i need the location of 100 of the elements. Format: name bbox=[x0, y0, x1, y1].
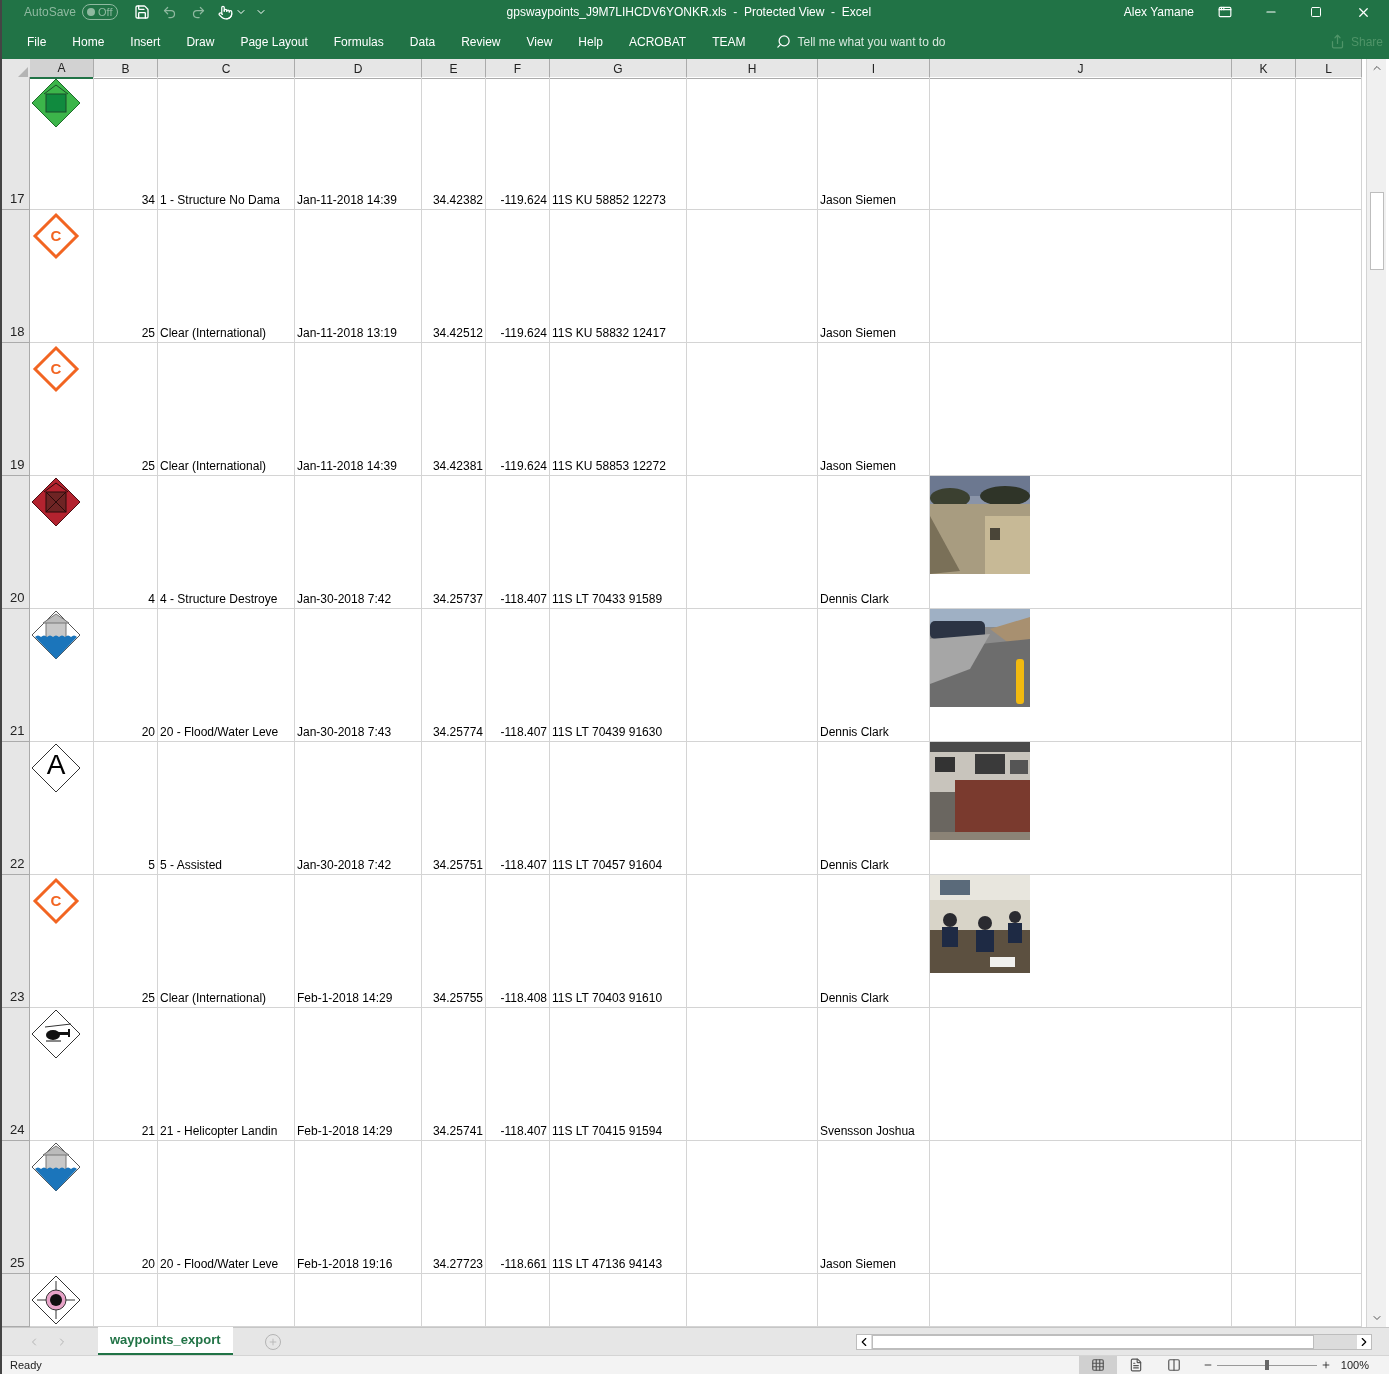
ribbon-tab[interactable]: File bbox=[14, 27, 60, 56]
horizontal-scrollbar[interactable] bbox=[855, 1333, 1372, 1350]
ribbon-tab[interactable]: TEAM bbox=[699, 27, 759, 56]
row-header[interactable]: 17 bbox=[2, 77, 30, 210]
table-cell: -118.661 bbox=[500, 1257, 547, 1272]
ribbon-tab[interactable]: Page Layout bbox=[227, 27, 321, 56]
table-cell: -118.407 bbox=[500, 592, 547, 607]
table-cell: -118.407 bbox=[500, 1124, 547, 1139]
ribbon-tab[interactable]: ACROBAT bbox=[616, 27, 700, 56]
table-cell: 1 - Structure No Dama bbox=[160, 193, 281, 208]
table-cell: 4 - Structure Destroye bbox=[160, 592, 278, 607]
row-header[interactable]: 23 bbox=[2, 875, 30, 1008]
row-header[interactable]: 22 bbox=[2, 742, 30, 875]
table-cell: 34.27723 bbox=[432, 1257, 483, 1272]
table-cell: -118.407 bbox=[500, 725, 547, 740]
table-cell: Dennis Clark bbox=[820, 991, 889, 1006]
undo-icon[interactable] bbox=[161, 4, 177, 20]
table-cell: 34.25741 bbox=[432, 1124, 483, 1139]
column-header[interactable]: B bbox=[94, 59, 158, 79]
flood-icon bbox=[31, 610, 81, 660]
table-cell: 11S LT 70403 91610 bbox=[552, 991, 663, 1006]
ribbon-tab[interactable]: Review bbox=[448, 27, 514, 56]
row-header[interactable]: 19 bbox=[2, 343, 30, 476]
column-header[interactable]: L bbox=[1296, 59, 1362, 79]
table-cell: 34.42382 bbox=[432, 193, 483, 208]
helicopter-icon bbox=[31, 1009, 81, 1059]
maximize-icon[interactable] bbox=[1310, 6, 1322, 18]
letter-diamond-icon: C bbox=[31, 344, 81, 394]
zoom-in-icon[interactable] bbox=[1320, 1360, 1331, 1370]
page-icon bbox=[1128, 1358, 1143, 1372]
status-text: Ready bbox=[10, 1357, 42, 1373]
sheet-tab[interactable]: waypoints_export bbox=[98, 1327, 233, 1355]
tell-me-field[interactable]: Tell me what you want to do bbox=[776, 32, 998, 51]
ribbon-tab[interactable]: Help bbox=[565, 27, 616, 56]
user-name: Alex Yamane bbox=[1123, 4, 1194, 21]
zoom-thumb[interactable] bbox=[1264, 1360, 1269, 1370]
column-header[interactable]: A bbox=[30, 59, 94, 79]
table-cell: Dennis Clark bbox=[820, 725, 889, 740]
table-cell: Jason Siemen bbox=[820, 326, 897, 341]
table-cell: Feb-1-2018 14:29 bbox=[297, 1124, 393, 1139]
column-header[interactable]: K bbox=[1232, 59, 1296, 79]
touch-mode-icon[interactable] bbox=[217, 4, 233, 20]
ribbon-display-icon[interactable] bbox=[1218, 5, 1232, 19]
table-cell: -119.624 bbox=[500, 459, 547, 474]
table-cell: Svensson Joshua bbox=[820, 1124, 915, 1139]
normal-view-button[interactable] bbox=[1078, 1356, 1117, 1374]
table-cell: Jason Siemen bbox=[820, 193, 897, 208]
table-cell: -119.624 bbox=[500, 193, 547, 208]
table-cell: Jan-11-2018 14:39 bbox=[297, 193, 397, 208]
row-header[interactable]: 21 bbox=[2, 609, 30, 742]
letter-diamond-icon: A bbox=[31, 743, 81, 793]
vertical-scrollbar[interactable] bbox=[1366, 59, 1386, 1327]
zoom-reading[interactable]: 100% bbox=[1340, 1356, 1369, 1374]
row-header[interactable]: 25 bbox=[2, 1141, 30, 1274]
ribbon-tab[interactable]: Draw bbox=[173, 27, 228, 56]
row-header[interactable] bbox=[2, 1274, 30, 1327]
table-cell: 34.25755 bbox=[432, 991, 483, 1006]
table-cell: 20 - Flood/Water Leve bbox=[160, 1257, 279, 1272]
table-cell: Feb-1-2018 19:16 bbox=[297, 1257, 393, 1272]
table-cell: 11S LT 70433 91589 bbox=[552, 592, 663, 607]
share-icon bbox=[1329, 34, 1345, 49]
table-cell: Jan-30-2018 7:43 bbox=[297, 725, 392, 740]
ribbon-tab[interactable]: Formulas bbox=[320, 27, 397, 56]
ribbon-tab[interactable]: Home bbox=[59, 27, 118, 56]
table-cell: -118.408 bbox=[500, 991, 547, 1006]
table-cell: 25 bbox=[141, 459, 155, 474]
table-cell: 11S LT 70439 91630 bbox=[552, 725, 663, 740]
scroll-left-icon[interactable] bbox=[856, 1334, 871, 1349]
target-icon bbox=[31, 1275, 81, 1325]
row-header[interactable]: 24 bbox=[2, 1008, 30, 1141]
scroll-right-icon[interactable] bbox=[1356, 1334, 1371, 1349]
table-cell: 11S KU 58853 12272 bbox=[552, 459, 666, 474]
window-title: gpswaypoints_J9M7LIHCDV6YONKR.xls - Protected View - Excel bbox=[506, 4, 872, 21]
grid-icon bbox=[1090, 1358, 1105, 1372]
scrollbar-thumb[interactable] bbox=[1369, 192, 1384, 270]
row-header[interactable]: 18 bbox=[2, 210, 30, 343]
column-header[interactable]: D bbox=[295, 59, 422, 79]
column-header[interactable]: E bbox=[422, 59, 486, 79]
zoom-slider[interactable] bbox=[1216, 1360, 1317, 1370]
redo-icon[interactable] bbox=[190, 4, 206, 20]
column-header[interactable]: H bbox=[687, 59, 818, 79]
scrollbar-thumb[interactable] bbox=[871, 1334, 1314, 1349]
column-header[interactable]: F bbox=[486, 59, 550, 79]
table-cell: Clear (International) bbox=[160, 326, 267, 341]
ribbon-tab[interactable]: Insert bbox=[117, 27, 174, 56]
columns-icon bbox=[1166, 1358, 1181, 1372]
column-header[interactable]: C bbox=[158, 59, 295, 79]
column-header[interactable]: J bbox=[930, 59, 1232, 79]
row-header[interactable]: 20 bbox=[2, 476, 30, 609]
table-cell: 11S LT 70457 91604 bbox=[552, 858, 663, 873]
table-cell: 11S KU 58832 12417 bbox=[552, 326, 666, 341]
save-icon[interactable] bbox=[133, 4, 150, 20]
table-cell: 20 bbox=[141, 725, 155, 740]
ribbon-tab[interactable]: Data bbox=[396, 27, 449, 56]
table-cell: Jason Siemen bbox=[820, 459, 897, 474]
table-cell: 34.25737 bbox=[432, 592, 483, 607]
ribbon-tab[interactable]: View bbox=[513, 27, 566, 56]
column-header[interactable]: I bbox=[818, 59, 930, 79]
table-cell: Jason Siemen bbox=[820, 1257, 897, 1272]
column-header[interactable]: G bbox=[550, 59, 687, 79]
